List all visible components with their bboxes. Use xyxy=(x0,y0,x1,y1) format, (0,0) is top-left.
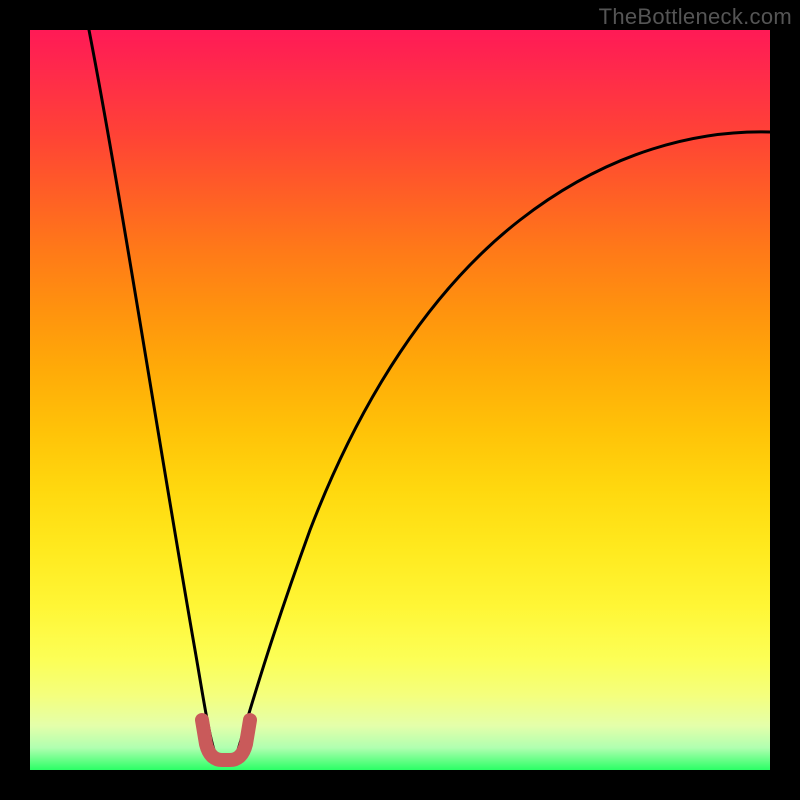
chart-frame: TheBottleneck.com xyxy=(0,0,800,800)
curve-left-branch xyxy=(89,30,214,750)
curve-layer xyxy=(30,30,770,770)
plot-area xyxy=(30,30,770,770)
highlight-bucket xyxy=(202,720,250,760)
watermark-text: TheBottleneck.com xyxy=(599,4,792,30)
curve-right-branch xyxy=(238,132,770,750)
